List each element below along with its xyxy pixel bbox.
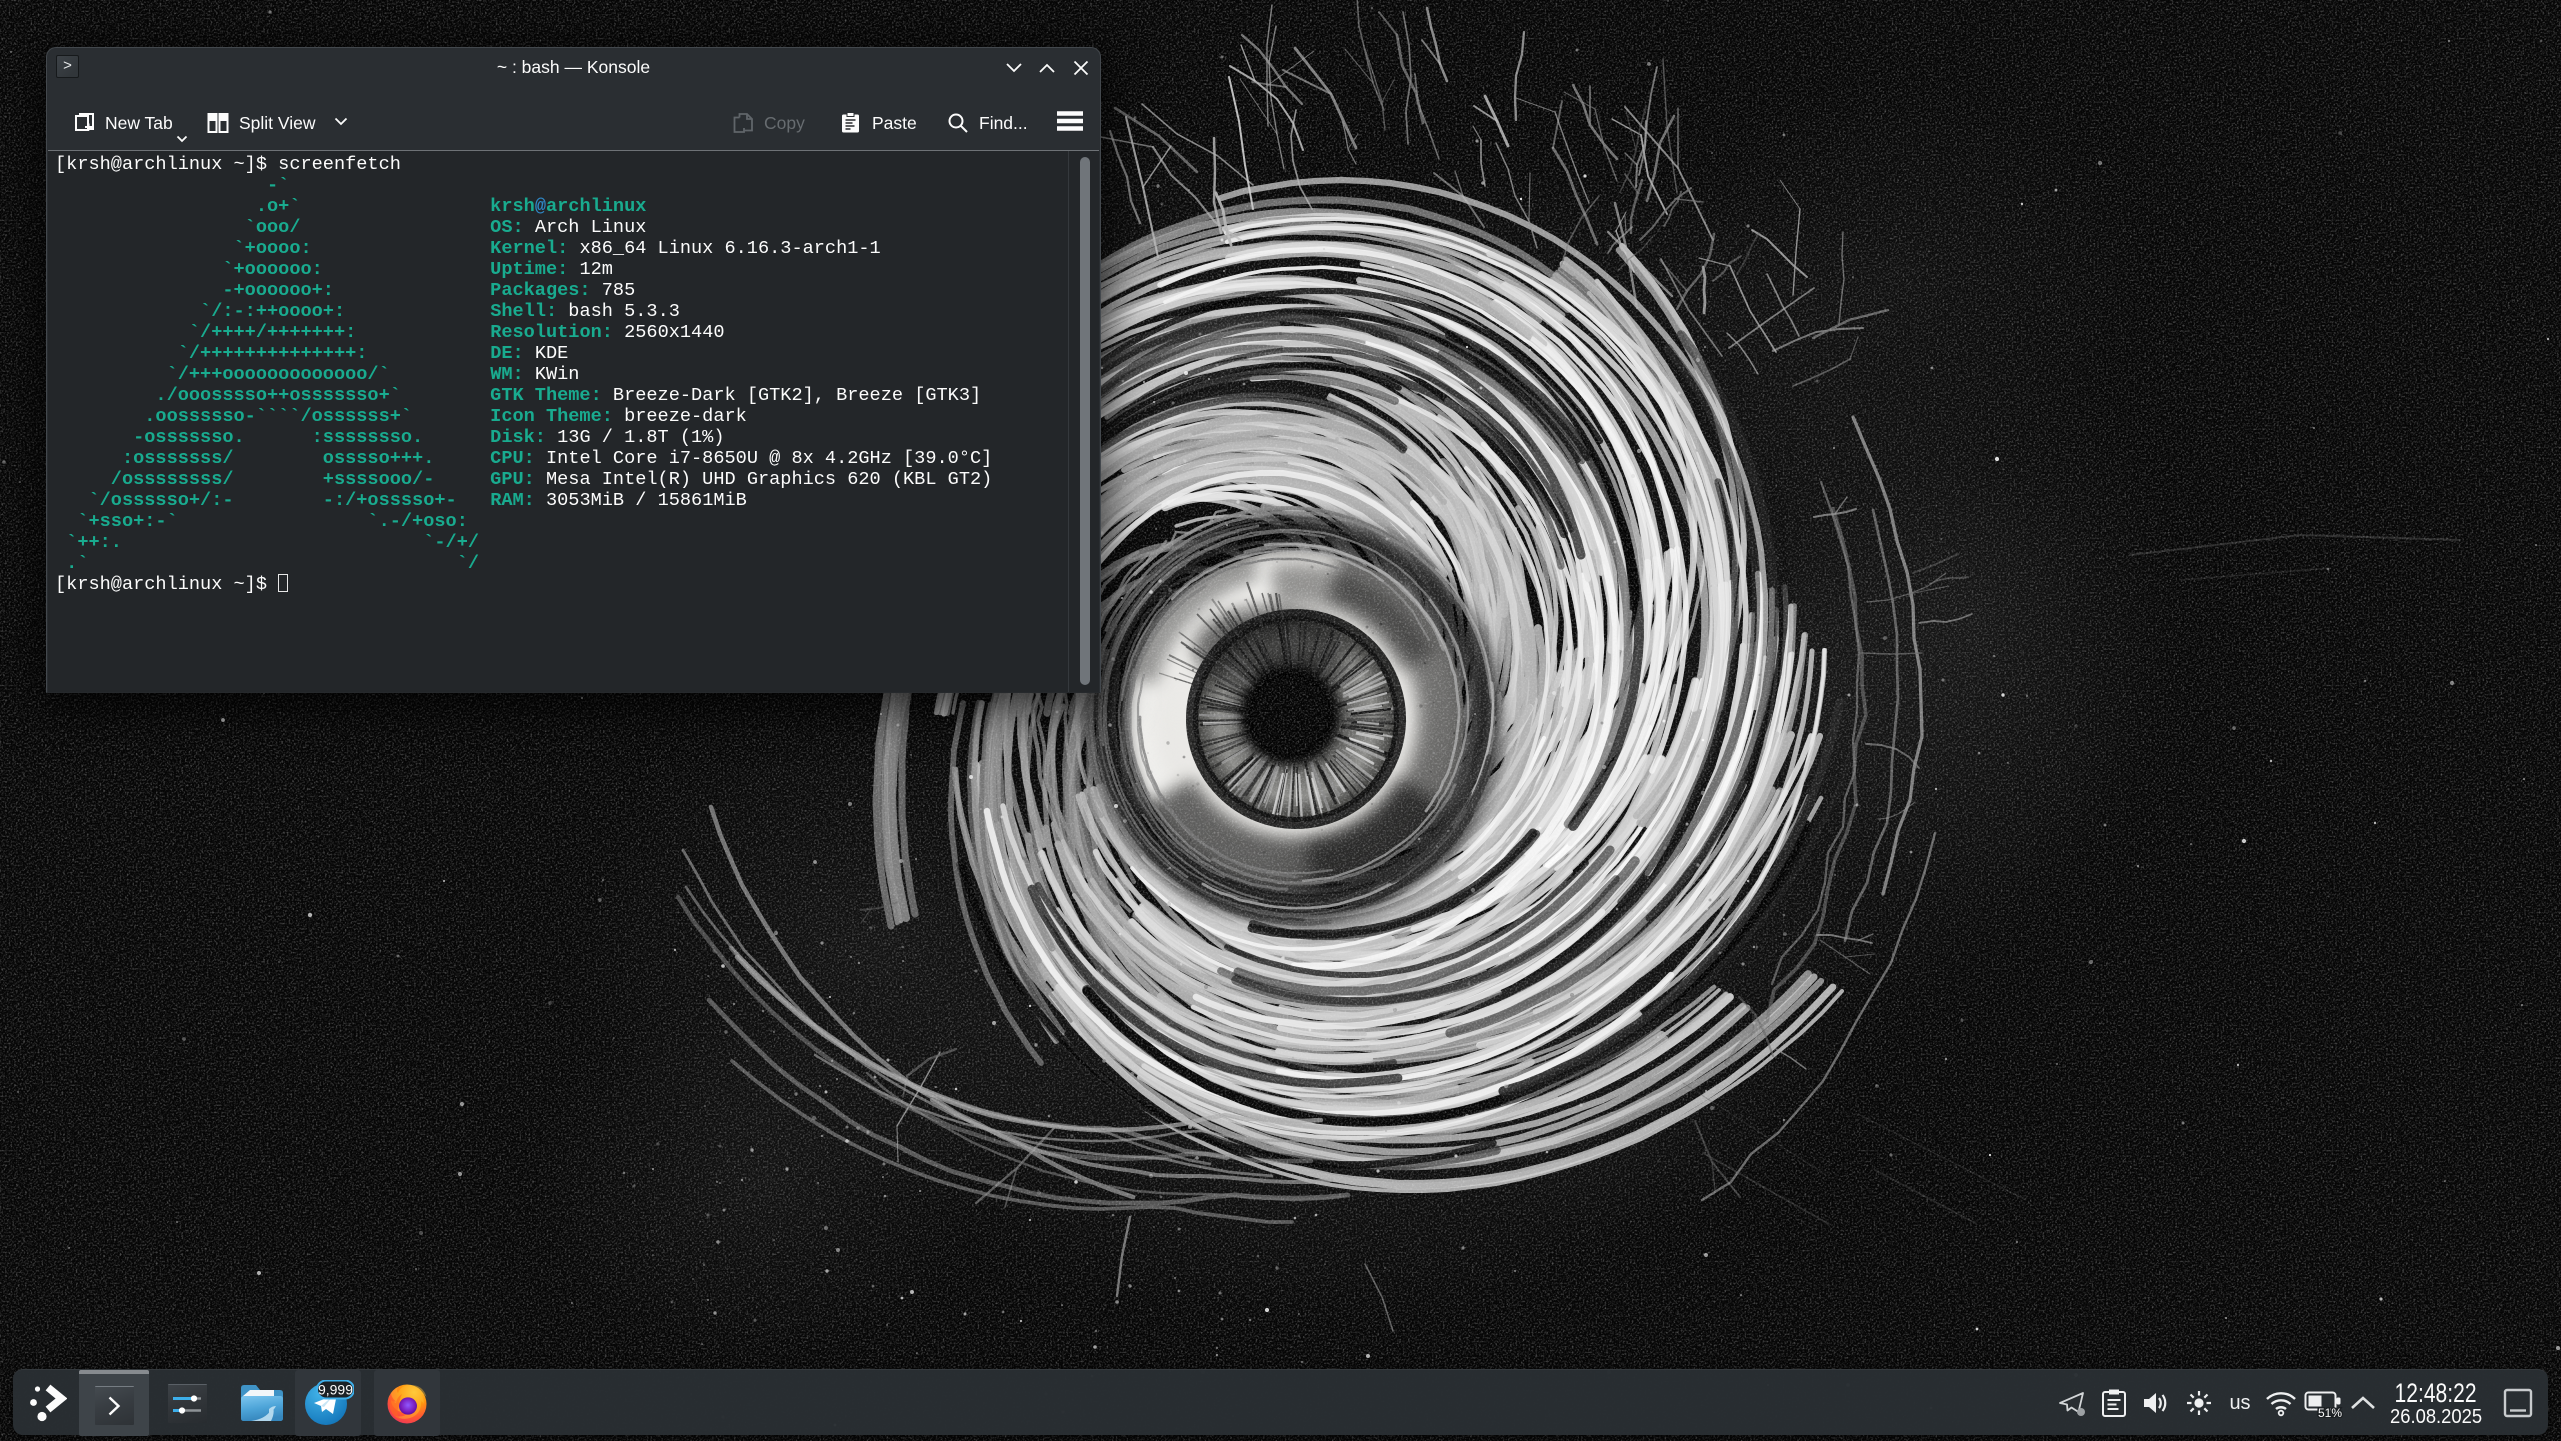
svg-text:51%: 51% [2318,1406,2342,1418]
svg-text:9,999: 9,999 [318,1382,353,1398]
